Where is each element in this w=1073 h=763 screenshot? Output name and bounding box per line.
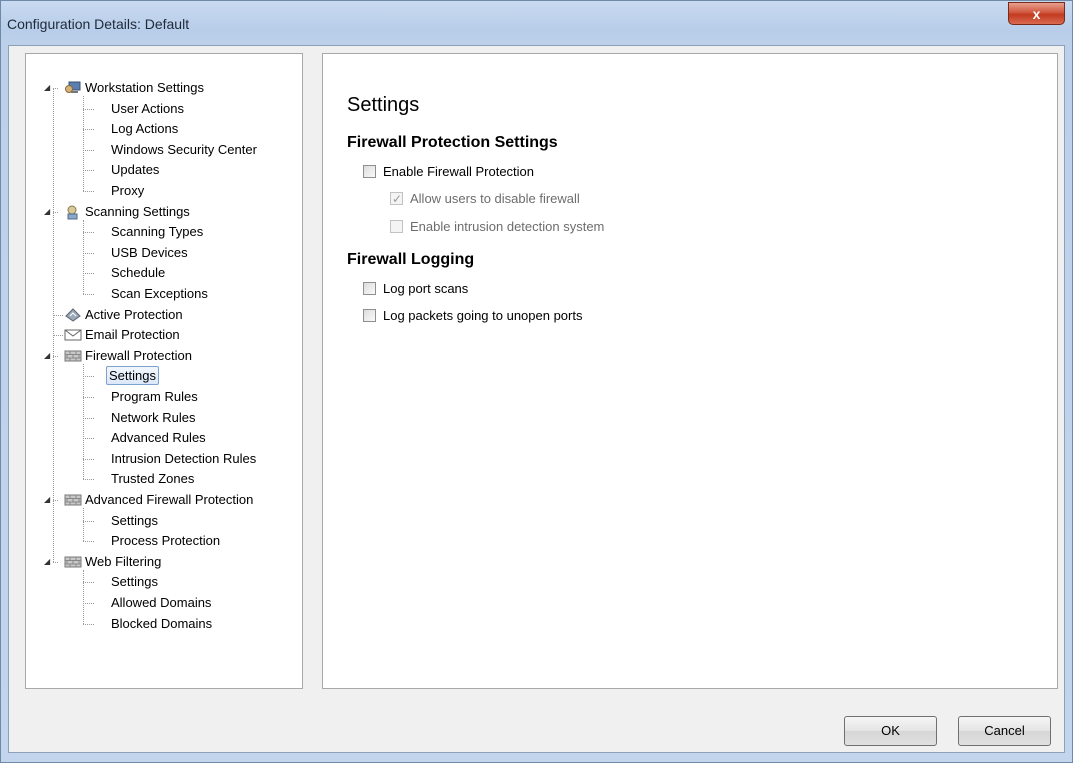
tree-node-web-filtering-settings[interactable]: Settings — [111, 572, 158, 592]
tree-node-workstation-settings-proxy[interactable]: Proxy — [111, 181, 144, 201]
configuration-window: Configuration Details: Default x ◢ Workst… — [0, 0, 1073, 763]
log-port-scans-checkbox-box[interactable] — [363, 282, 376, 295]
section-firewall-protection-settings: Firewall Protection Settings — [347, 134, 558, 151]
envelope-icon — [64, 327, 82, 343]
close-button[interactable]: x — [1008, 2, 1065, 25]
tree-connector — [83, 397, 94, 398]
navigation-tree: ◢ Workstation Settings User Actions Log Act… — [26, 54, 302, 688]
tree-connector — [83, 508, 84, 542]
expand-arrow-icon[interactable]: ◢ — [44, 202, 52, 222]
tree-node-advanced-firewall-protection-process-protection[interactable]: Process Protection — [111, 531, 220, 551]
section-firewall-logging: Firewall Logging — [347, 251, 475, 268]
tree-connector — [83, 458, 94, 460]
tree-connector — [83, 603, 94, 604]
expand-arrow-icon[interactable]: ◢ — [44, 490, 52, 510]
tree-node-advanced-firewall-protection-settings[interactable]: Settings — [111, 511, 158, 531]
tree-connector — [83, 96, 84, 191]
settings-panel: Settings Firewall Protection Settings En… — [322, 53, 1058, 689]
tree-connector — [83, 273, 94, 275]
tree-node-firewall-protection-program-rules[interactable]: Program Rules — [111, 387, 198, 407]
tree-node-workstation-settings[interactable]: Workstation Settings — [85, 78, 204, 98]
tree-node-firewall-protection-intrusion-detection-rules[interactable]: Intrusion Detection Rules — [111, 449, 256, 469]
tree-connector — [83, 219, 84, 294]
tree-node-firewall-protection-settings[interactable]: Settings — [106, 366, 159, 386]
expand-arrow-icon[interactable]: ◢ — [44, 346, 52, 366]
tree-connector — [83, 108, 94, 110]
tree-connector — [83, 149, 94, 151]
tree-connector — [83, 438, 94, 440]
close-icon: x — [1032, 6, 1041, 22]
log-port-scans-label: Log port scans — [383, 281, 469, 296]
firewall-icon — [64, 554, 82, 570]
tree-node-workstation-settings-windows-security-center[interactable]: Windows Security Center — [111, 140, 257, 160]
tree-node-web-filtering-blocked-domains[interactable]: Blocked Domains — [111, 614, 212, 634]
tree-connector — [83, 252, 94, 254]
tree-node-advanced-firewall-protection[interactable]: Advanced Firewall Protection — [85, 490, 253, 510]
tree-connector — [83, 417, 94, 419]
tree-connector — [83, 623, 94, 625]
enable-firewall-label: Enable Firewall Protection — [383, 164, 535, 179]
tree-connector — [83, 520, 94, 522]
firewall-icon — [64, 348, 82, 364]
enable-ids-checkbox-box[interactable] — [390, 220, 403, 233]
tree-connector — [83, 376, 94, 378]
tree-node-firewall-protection-network-rules[interactable]: Network Rules — [111, 408, 196, 428]
tree-node-scanning-settings-scan-exceptions[interactable]: Scan Exceptions — [111, 284, 208, 304]
tree-connector — [83, 582, 94, 584]
tree-node-workstation-settings-updates[interactable]: Updates — [111, 160, 159, 180]
tree-connector — [83, 479, 94, 481]
allow-disable-firewall-checkbox-box[interactable]: ✓ — [390, 192, 403, 206]
tree-node-firewall-protection[interactable]: Firewall Protection — [85, 346, 192, 366]
tree-connector — [83, 569, 84, 624]
active-protection-icon — [64, 307, 82, 323]
tree-node-web-filtering-allowed-domains[interactable]: Allowed Domains — [111, 593, 211, 613]
tree-node-scanning-settings-usb-devices[interactable]: USB Devices — [111, 243, 188, 263]
tree-node-scanning-settings-scanning-types[interactable]: Scanning Types — [111, 222, 203, 242]
window-title: Configuration Details: Default — [7, 16, 190, 32]
allow-disable-firewall-label: Allow users to disable firewall — [410, 191, 580, 206]
tree-connector — [83, 541, 94, 543]
expand-arrow-icon[interactable]: ◢ — [44, 78, 52, 98]
workstation-icon — [64, 80, 82, 96]
log-packets-label: Log packets going to unopen ports — [383, 308, 583, 323]
tree-node-workstation-settings-log-actions[interactable]: Log Actions — [111, 119, 178, 139]
tree-node-workstation-settings-user-actions[interactable]: User Actions — [111, 99, 184, 119]
tree-connector — [83, 363, 84, 480]
tree-node-web-filtering[interactable]: Web Filtering — [85, 552, 161, 572]
title-bar[interactable]: Configuration Details: Default x — [1, 1, 1072, 45]
enable-firewall-checkbox-box[interactable] — [363, 165, 376, 178]
tree-connector — [53, 314, 63, 316]
dialog-body: ◢ Workstation Settings User Actions Log Act… — [8, 45, 1065, 753]
page-title: Settings — [347, 94, 420, 116]
tree-connector — [53, 561, 58, 563]
expand-arrow-icon[interactable]: ◢ — [44, 552, 52, 572]
scanning-icon — [64, 204, 82, 220]
firewall-icon — [64, 492, 82, 508]
tree-connector — [83, 191, 94, 192]
enable-ids-label: Enable intrusion detection system — [410, 219, 605, 234]
tree-node-scanning-settings[interactable]: Scanning Settings — [85, 202, 190, 222]
tree-connector — [83, 170, 94, 172]
tree-node-active-protection[interactable]: Active Protection — [85, 305, 183, 325]
tree-connector — [83, 294, 94, 295]
tree-node-firewall-protection-advanced-rules[interactable]: Advanced Rules — [111, 428, 206, 448]
ok-button[interactable]: OK — [844, 716, 937, 746]
cancel-button[interactable]: Cancel — [958, 716, 1051, 746]
tree-connector — [53, 335, 63, 337]
tree-node-scanning-settings-schedule[interactable]: Schedule — [111, 263, 165, 283]
tree-connector — [83, 129, 94, 131]
navigation-tree-panel: ◢ Workstation Settings User Actions Log Act… — [25, 53, 303, 689]
check-icon: ✓ — [392, 192, 403, 206]
tree-connector — [53, 88, 54, 562]
tree-node-firewall-protection-trusted-zones[interactable]: Trusted Zones — [111, 469, 194, 489]
tree-node-email-protection[interactable]: Email Protection — [85, 325, 180, 345]
tree-connector — [83, 232, 94, 234]
log-packets-checkbox-box[interactable] — [363, 309, 376, 322]
